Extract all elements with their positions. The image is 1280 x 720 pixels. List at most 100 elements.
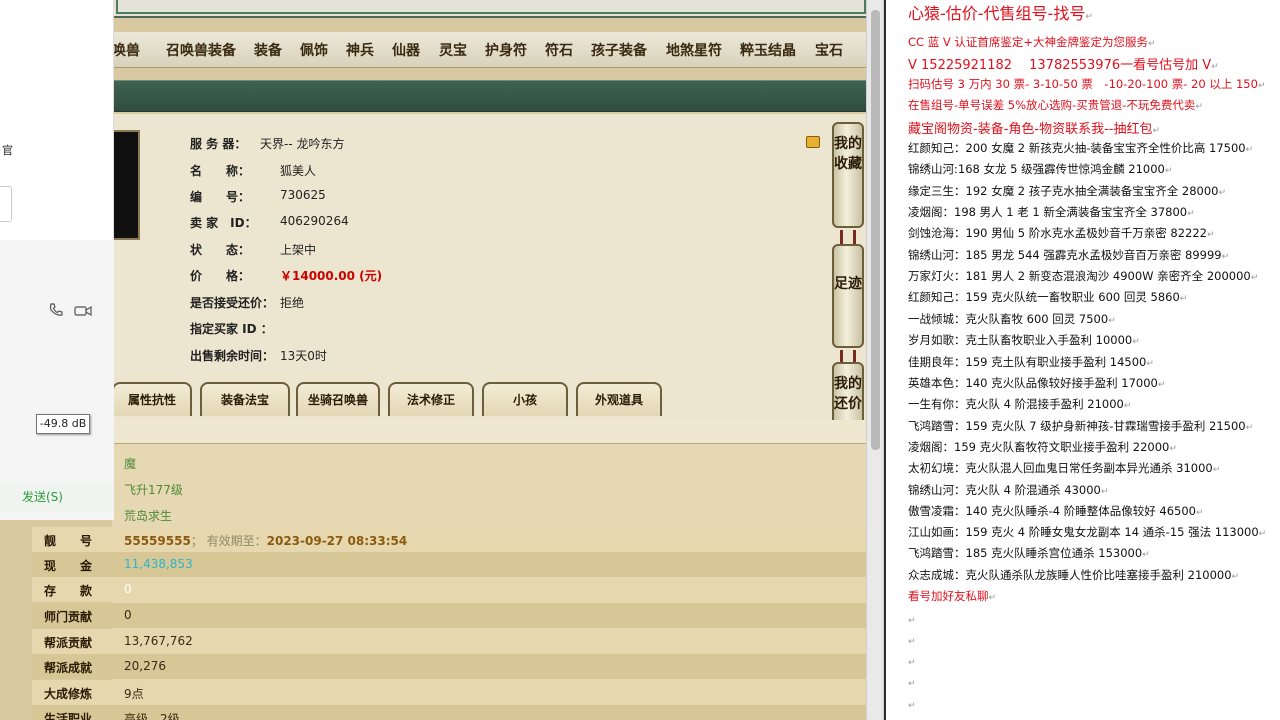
expiry-label: ； 有效期至： — [190, 534, 267, 548]
nav-item[interactable]: 唤兽 — [112, 40, 140, 60]
id-value: 730625 — [280, 188, 326, 202]
document-line: 凌烟阁：159 克火队畜牧符文职业接手盈利 22000↵ — [908, 440, 1177, 454]
gift-icon[interactable] — [806, 136, 820, 148]
nav-item[interactable]: 护身符 — [485, 40, 527, 60]
document-line: 红颜知己：159 克火队统一畜牧职业 600 回灵 5860↵ — [908, 290, 1188, 304]
document-line: 江山如画：159 克火 4 阶睡女鬼女龙副本 14 通杀-15 强法 11300… — [908, 525, 1267, 539]
price-value: ￥14000.00 (元) — [280, 269, 383, 283]
paragraph-mark-icon: ↵ — [1187, 209, 1195, 219]
document-line: 扫码估号 3 万内 30 票- 3-10-50 票 -10-20-100 票- … — [908, 77, 1266, 91]
tab-children[interactable]: 小孩 — [482, 382, 568, 416]
table-row: 帮派贡献 13,767,762 — [32, 629, 866, 654]
paragraph-mark-icon: ↵ — [1231, 572, 1240, 582]
phone-icon[interactable] — [48, 303, 68, 322]
paragraph-mark-icon: ↵ — [1221, 252, 1230, 262]
document-line: 在售组号-单号误差 5%放心选购-买贵管退-不玩免费代卖↵ — [908, 98, 1203, 112]
text-document[interactable]: 心猿-估价-代售组号-找号↵ CC 蓝 V 认证首席鉴定+大神金牌鉴定为您服务↵ V… — [904, 0, 1280, 720]
expiry-date: 2023-09-27 08:33:54 — [266, 534, 408, 548]
counter-label: 是否接受还价： — [190, 296, 275, 310]
tab-attributes[interactable]: 属性抗性 — [112, 382, 192, 416]
tab-equipment[interactable]: 装备法宝 — [200, 382, 290, 416]
row-value: 0 — [124, 582, 132, 596]
collapsed-panel[interactable] — [0, 186, 12, 222]
document-line: ↵ — [908, 654, 916, 668]
detail-tabs: 属性抗性 装备法宝 坐骑召唤兽 法术修正 小孩 外观道具 — [112, 380, 866, 420]
paragraph-mark-icon: ↵ — [1245, 423, 1254, 433]
chat-label: 官 — [2, 144, 13, 157]
paragraph-mark-icon: ↵ — [1245, 145, 1254, 155]
category-nav: 唤兽 召唤兽装备 装备 佩饰 神兵 仙器 灵宝 护身符 符石 孩子装备 地煞星符… — [112, 32, 866, 68]
screen: 唤兽 召唤兽装备 装备 佩饰 神兵 仙器 灵宝 护身符 符石 孩子装备 地煞星符… — [0, 0, 1280, 720]
row-value: 20,276 — [124, 659, 166, 673]
status-row: 状 态： 上架中 — [190, 241, 316, 258]
row-key: 帮派贡献 — [44, 636, 93, 650]
nav-item[interactable]: 地煞星符 — [666, 40, 722, 60]
nav-item[interactable]: 召唤兽装备 — [166, 40, 236, 60]
time-label: 出售剩余时间： — [190, 349, 275, 363]
time-value: 13天0时 — [280, 349, 327, 363]
row-key: 帮派成就 — [44, 661, 93, 675]
tab-mounts[interactable]: 坐骑召唤兽 — [296, 382, 380, 416]
top-inner-frame — [116, 0, 866, 14]
table-row: 存 款 0 — [32, 577, 866, 602]
row-value: 高级 2级 — [124, 712, 180, 720]
server-value: 天界-- 龙吟东方 — [260, 137, 345, 151]
paragraph-mark-icon: ↵ — [1257, 81, 1266, 91]
table-row: 大成修炼 9点 — [32, 680, 866, 705]
status-value: 上架中 — [280, 243, 317, 257]
table-row: 现 金 11,438,853 — [32, 552, 866, 577]
row-key: 师门贡献 — [44, 610, 93, 624]
paragraph-mark-icon: ↵ — [1100, 487, 1109, 497]
nav-item[interactable]: 孩子装备 — [591, 40, 647, 60]
nav-item[interactable]: 宝石 — [815, 40, 843, 60]
scrollbar-thumb[interactable] — [871, 10, 880, 450]
document-line: 缘定三生：192 女魔 2 孩子克水抽全满装备宝宝齐全 28000↵ — [908, 184, 1227, 198]
document-line: ↵ — [908, 697, 916, 711]
tab-appearance[interactable]: 外观道具 — [576, 382, 662, 416]
paragraph-mark-icon: ↵ — [1085, 12, 1093, 22]
vertical-scrollbar[interactable] — [866, 0, 884, 720]
row-key: 存 款 — [44, 584, 93, 598]
paragraph-mark-icon: ↵ — [908, 658, 916, 668]
paragraph-mark-icon: ↵ — [1195, 508, 1204, 518]
document-line: ↵ — [908, 612, 916, 626]
paragraph-mark-icon: ↵ — [1123, 401, 1132, 411]
document-line: 剑蚀沧海：190 男仙 5 阶水克水孟极妙音千万亲密 82222↵ — [908, 226, 1215, 240]
paragraph-mark-icon: ↵ — [1179, 294, 1188, 304]
nav-item[interactable]: 粹玉结晶 — [740, 40, 796, 60]
chat-input-area[interactable] — [0, 240, 114, 520]
document-line: ↵ — [908, 675, 916, 689]
send-button[interactable]: 发送(S) — [0, 482, 114, 512]
title-line: 荒岛求生 — [124, 509, 173, 523]
server-row: 服 务 器： 天界-- 龙吟东方 — [190, 135, 344, 152]
document-line: 锦绣山河：185 男龙 544 强霹克水孟极妙音百万亲密 89999↵ — [908, 248, 1230, 262]
price-row: 价 格： ￥14000.00 (元) — [190, 267, 382, 284]
id-label: 编 号： — [190, 190, 251, 204]
video-icon[interactable] — [74, 305, 93, 322]
document-line: 看号加好友私聊↵ — [908, 589, 997, 603]
row-value: 9点 — [124, 687, 144, 701]
nav-item[interactable]: 装备 — [254, 40, 282, 60]
document-line: 佳期良年：159 克土队有职业接手盈利 14500↵ — [908, 355, 1154, 369]
row-value: 0 — [124, 608, 132, 622]
footprint-button[interactable]: 足迹 — [832, 244, 864, 348]
volume-readout: -49.8 dB — [36, 414, 90, 434]
document-line: ↵ — [908, 633, 916, 647]
nav-item[interactable]: 佩饰 — [300, 40, 328, 60]
row-key: 靓 号 — [44, 534, 93, 548]
seller-value: 406290264 — [280, 214, 349, 228]
document-line: 藏宝阁物资-装备-角色-物资联系我--抽红包↵ — [908, 122, 1161, 137]
nav-item[interactable]: 仙器 — [392, 40, 420, 60]
button-connector — [840, 230, 856, 244]
id-row: 编 号： 730625 — [190, 188, 326, 205]
table-row: 靓 号 55559555； 有效期至：2023-09-27 08:33:54 — [32, 527, 866, 552]
nav-item[interactable]: 神兵 — [346, 40, 374, 60]
favorites-button[interactable]: 我的收藏 — [832, 122, 864, 228]
tab-spells[interactable]: 法术修正 — [388, 382, 474, 416]
document-line: 一生有你：克火队 4 阶混接手盈利 21000↵ — [908, 397, 1132, 411]
call-controls — [48, 302, 93, 322]
nav-item[interactable]: 灵宝 — [439, 40, 467, 60]
nav-item[interactable]: 符石 — [545, 40, 573, 60]
table-row: 生活职业 高级 2级 — [32, 705, 866, 720]
time-row: 出售剩余时间： 13天0时 — [190, 347, 327, 364]
